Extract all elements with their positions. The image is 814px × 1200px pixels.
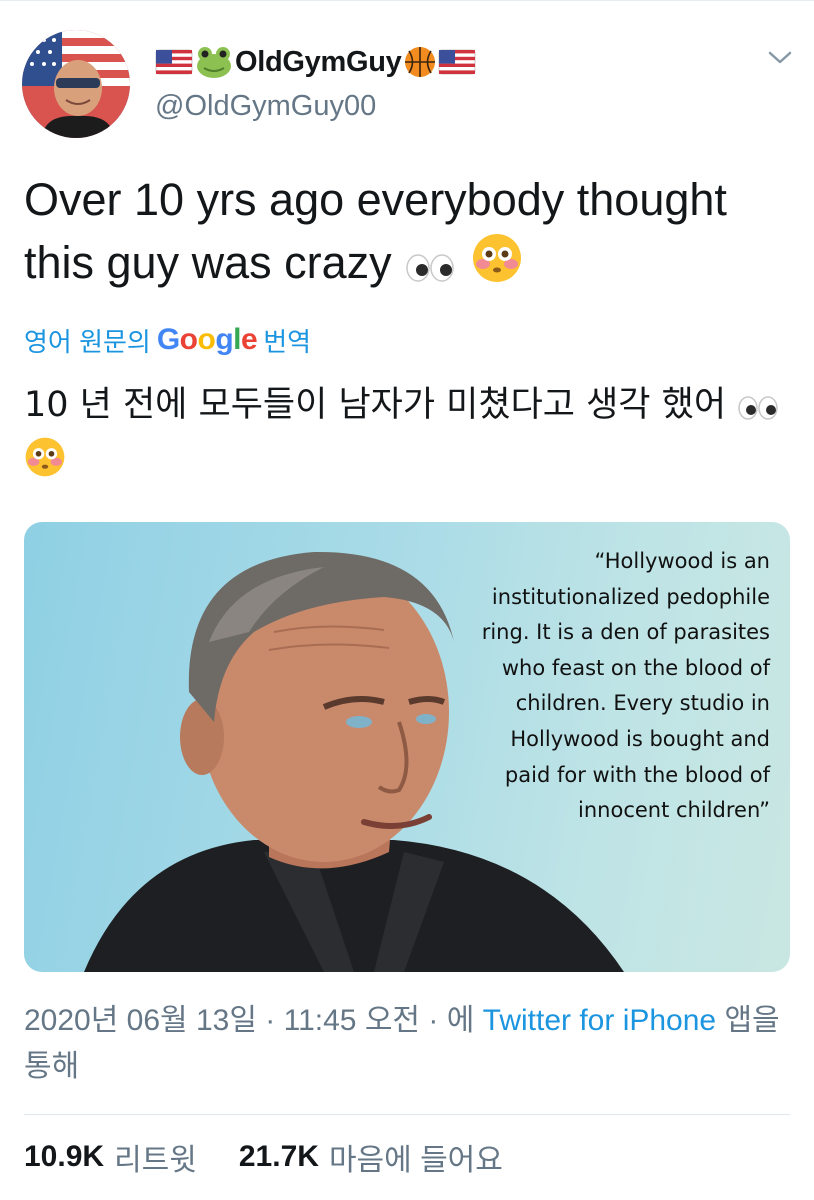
basketball-icon (404, 46, 436, 78)
user-handle[interactable]: @OldGymGuy00 (155, 90, 376, 123)
like-label[interactable]: 마음에 들어요 (329, 1135, 503, 1179)
tweet-image[interactable]: “Hollywood is an institutionalized pedop… (24, 522, 790, 972)
tweet-text: Over 10 yrs ago everybody thought this g… (24, 168, 784, 300)
avatar[interactable] (22, 30, 130, 138)
flushed-face-icon (24, 436, 66, 492)
display-name-row[interactable]: OldGymGuy (155, 42, 476, 82)
via-prefix: 에 (446, 1004, 475, 1037)
tweet-meta: 2020년 06월 13일 · 11:45 오전 · 에 Twitter for… (24, 998, 794, 1090)
us-flag-icon (155, 49, 193, 75)
us-flag-icon (438, 49, 476, 75)
retweet-count[interactable]: 10.9K (24, 1140, 104, 1174)
tweet-stats: 10.9K 리트윗 21.7K 마음에 들어요 (24, 1134, 503, 1180)
retweet-label[interactable]: 리트윗 (114, 1135, 197, 1179)
tweet-date: 2020년 06월 13일 (24, 1004, 257, 1037)
translated-text-content: 10 년 전에 모두들이 남자가 미쳤다고 생각 했어 (24, 385, 727, 425)
eyes-icon (737, 386, 781, 436)
source-link[interactable]: Twitter for iPhone (483, 1004, 716, 1037)
translate-prefix: 영어 원문의 (24, 326, 151, 357)
tweet-text-content: Over 10 yrs ago everybody thought this g… (24, 174, 727, 288)
frog-icon (195, 45, 233, 79)
like-count[interactable]: 21.7K (239, 1140, 319, 1174)
chevron-down-icon[interactable] (766, 46, 794, 68)
translate-link[interactable]: 영어 원문의 Google 번역 (24, 318, 311, 362)
translated-text: 10 년 전에 모두들이 남자가 미쳤다고 생각 했어 (24, 380, 784, 492)
stats-divider (24, 1114, 790, 1115)
top-divider (0, 0, 814, 1)
translate-suffix: 번역 (263, 326, 312, 357)
display-name[interactable]: OldGymGuy (235, 46, 402, 79)
eyes-icon (404, 237, 458, 300)
meta-separator: · (428, 1004, 439, 1037)
google-logo: Google (156, 323, 258, 356)
flushed-face-icon (471, 232, 523, 300)
tweet-time: 11:45 오전 (283, 1004, 421, 1037)
image-quote: “Hollywood is an institutionalized pedop… (481, 549, 770, 823)
meta-separator: · (265, 1004, 276, 1037)
